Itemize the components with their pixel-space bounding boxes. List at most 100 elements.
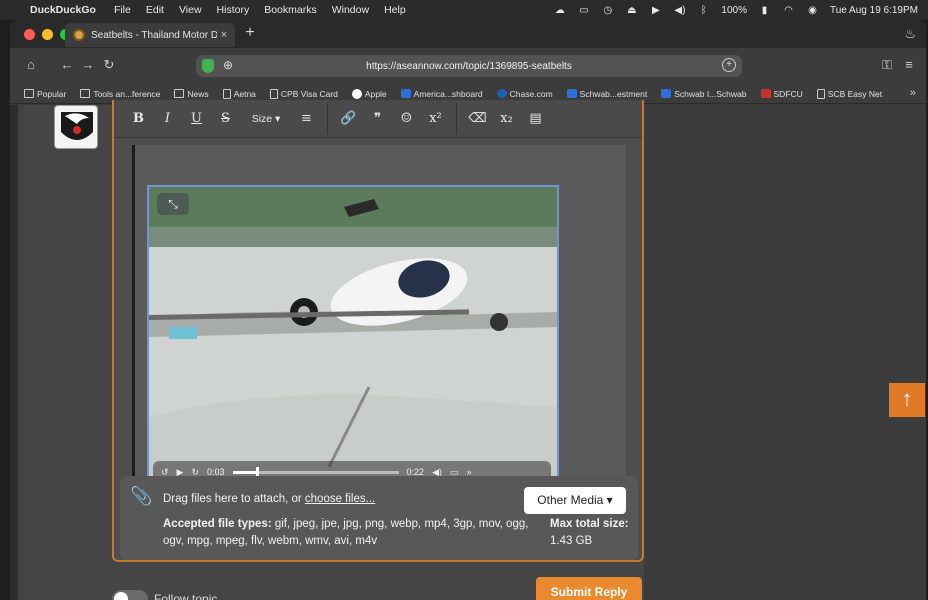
fire-button-icon[interactable]: ♨: [904, 26, 916, 42]
zoom-icon[interactable]: ⊕: [223, 58, 233, 72]
bookmark-america[interactable]: America...shboard: [400, 89, 483, 99]
drag-files-text: Drag files here to attach, or choose fil…: [163, 493, 376, 505]
display-icon[interactable]: ▭: [577, 5, 590, 16]
tab-bar: Seatbelts - Thailand Motor D × + ♨: [10, 20, 926, 48]
bold-button[interactable]: B: [124, 111, 153, 126]
bookmark-scb[interactable]: SCB Easy Net: [816, 88, 882, 99]
menu-app-name[interactable]: DuckDuckGo: [30, 4, 96, 16]
play-icon[interactable]: ▶: [649, 5, 662, 16]
volume-icon[interactable]: ◀): [673, 5, 686, 16]
menu-history[interactable]: History: [217, 4, 250, 16]
new-tab-button[interactable]: +: [240, 24, 260, 42]
right-panel: [644, 105, 926, 600]
bookmark-aetna[interactable]: Aetna: [222, 88, 256, 99]
source-button[interactable]: ▤: [521, 111, 550, 126]
cloud-icon[interactable]: ☁: [553, 5, 566, 16]
window-controls: [24, 29, 71, 40]
folder-icon: [80, 89, 91, 98]
page-icon: [269, 88, 278, 99]
battery-icon[interactable]: ▮: [758, 5, 771, 16]
wifi-icon[interactable]: ◠: [782, 5, 795, 16]
page-icon: [816, 88, 825, 99]
submit-reply-button[interactable]: Submit Reply: [536, 577, 642, 600]
size-dropdown[interactable]: Size ▾: [240, 113, 292, 125]
menu-hamburger-icon[interactable]: ≡: [900, 57, 918, 72]
menu-help[interactable]: Help: [384, 4, 406, 16]
tab-close-icon[interactable]: ×: [217, 29, 231, 41]
page-icon: [222, 88, 231, 99]
minimize-window-button[interactable]: [42, 29, 53, 40]
align-button[interactable]: ≡: [292, 111, 321, 126]
tab-title: Seatbelts - Thailand Motor D: [91, 29, 217, 41]
bookmark-schwab-2[interactable]: Schwab I...Schwab: [661, 89, 747, 99]
progress-fill: [232, 470, 256, 474]
editor-content-area[interactable]: ⤡ ↺ ▶ ↻ 0:03 0:22 ◀) ▭ »: [132, 145, 626, 485]
avatar[interactable]: [54, 105, 98, 149]
close-window-button[interactable]: [24, 29, 35, 40]
other-media-button[interactable]: Other Media ▾: [524, 487, 626, 514]
url-text[interactable]: https://aseannow.com/topic/1369895-seatb…: [196, 61, 742, 72]
clock-icon[interactable]: ◷: [601, 5, 614, 16]
reply-editor: B I U S Size ▾ ≡ 🔗 ❞ ☺ x² ⌫ x₂ ▤ ⤡ ↺ ▶ ↻…: [112, 100, 644, 562]
passwords-key-icon[interactable]: ⚿: [878, 57, 896, 73]
accepted-file-types: Accepted file types: gif, jpeg, jpe, jpg…: [163, 516, 533, 550]
bookmark-news[interactable]: News: [174, 89, 209, 99]
bluetooth-icon[interactable]: ᛒ: [697, 5, 710, 16]
page-content: B I U S Size ▾ ≡ 🔗 ❞ ☺ x² ⌫ x₂ ▤ ⤡ ↺ ▶ ↻…: [10, 100, 926, 600]
link-button[interactable]: 🔗: [334, 111, 363, 126]
emoji-button[interactable]: ☺: [392, 111, 421, 126]
bookmark-apple[interactable]: Apple: [351, 88, 387, 99]
bookmark-chase[interactable]: Chase.com: [496, 89, 553, 99]
chase-icon: [496, 89, 507, 98]
clear-format-button[interactable]: ⌫: [463, 111, 492, 126]
back-icon[interactable]: ←: [58, 57, 76, 72]
schwab-icon: [566, 89, 577, 98]
subscript-button[interactable]: x₂: [492, 111, 521, 126]
underline-button[interactable]: U: [182, 111, 211, 126]
sdfcu-icon: [760, 89, 771, 98]
follow-toggle[interactable]: [112, 590, 148, 600]
menubar-clock[interactable]: Tue Aug 19 6:19PM: [830, 5, 918, 16]
video-progress-bar[interactable]: [232, 466, 399, 478]
paperclip-icon: 📎: [130, 486, 153, 506]
browser-toolbar: ⌂ ← → ↻ ⊕ https://aseannow.com/topic/136…: [10, 48, 926, 84]
menu-window[interactable]: Window: [332, 4, 369, 16]
add-bookmark-icon[interactable]: +: [722, 58, 736, 72]
formatting-toolbar: B I U S Size ▾ ≡ 🔗 ❞ ☺ x² ⌫ x₂ ▤: [114, 100, 642, 138]
bookmark-schwab-1[interactable]: Schwab...estment: [566, 89, 647, 99]
forward-icon[interactable]: →: [79, 57, 97, 72]
reload-icon[interactable]: ↻: [100, 57, 118, 73]
strikethrough-button[interactable]: S: [211, 111, 240, 126]
home-icon[interactable]: ⌂: [22, 57, 40, 72]
superscript-button[interactable]: x²: [421, 111, 450, 126]
menu-bookmarks[interactable]: Bookmarks: [264, 4, 317, 16]
bookmark-sdfcu[interactable]: SDFCU: [760, 89, 803, 99]
video-frame-image: [149, 187, 557, 483]
bookmark-popular[interactable]: Popular: [24, 89, 66, 99]
tab-seatbelts[interactable]: Seatbelts - Thailand Motor D ×: [65, 23, 235, 47]
choose-files-link[interactable]: choose files...: [305, 493, 375, 505]
toolbar-divider: [327, 102, 328, 135]
expand-icon[interactable]: ⤡: [157, 193, 189, 215]
folder-icon: [174, 89, 185, 98]
address-bar[interactable]: ⊕ https://aseannow.com/topic/1369895-sea…: [196, 55, 742, 77]
max-label: Max total size:: [550, 518, 629, 530]
scroll-to-top-button[interactable]: ↑: [889, 383, 925, 417]
embedded-video[interactable]: ⤡ ↺ ▶ ↻ 0:03 0:22 ◀) ▭ »: [147, 185, 559, 485]
eagle-logo-icon: [61, 112, 93, 140]
apple-icon: [351, 88, 362, 99]
reply-column: B I U S Size ▾ ≡ 🔗 ❞ ☺ x² ⌫ x₂ ▤ ⤡ ↺ ▶ ↻…: [24, 100, 644, 600]
follow-topic[interactable]: Follow topic: [112, 590, 217, 600]
schwab-icon: [661, 89, 672, 98]
bookmark-tools[interactable]: Tools an...ference: [80, 89, 160, 99]
menu-view[interactable]: View: [179, 4, 202, 16]
bookmarks-overflow-icon[interactable]: »: [910, 87, 916, 99]
bookmark-cpb-visa[interactable]: CPB Visa Card: [269, 88, 338, 99]
privacy-shield-icon[interactable]: [202, 59, 214, 73]
control-center-icon[interactable]: ◉: [806, 5, 819, 16]
quote-button[interactable]: ❞: [363, 111, 392, 126]
menu-edit[interactable]: Edit: [146, 4, 164, 16]
menu-file[interactable]: File: [114, 4, 131, 16]
italic-button[interactable]: I: [153, 111, 182, 126]
eject-icon[interactable]: ⏏: [625, 5, 638, 16]
